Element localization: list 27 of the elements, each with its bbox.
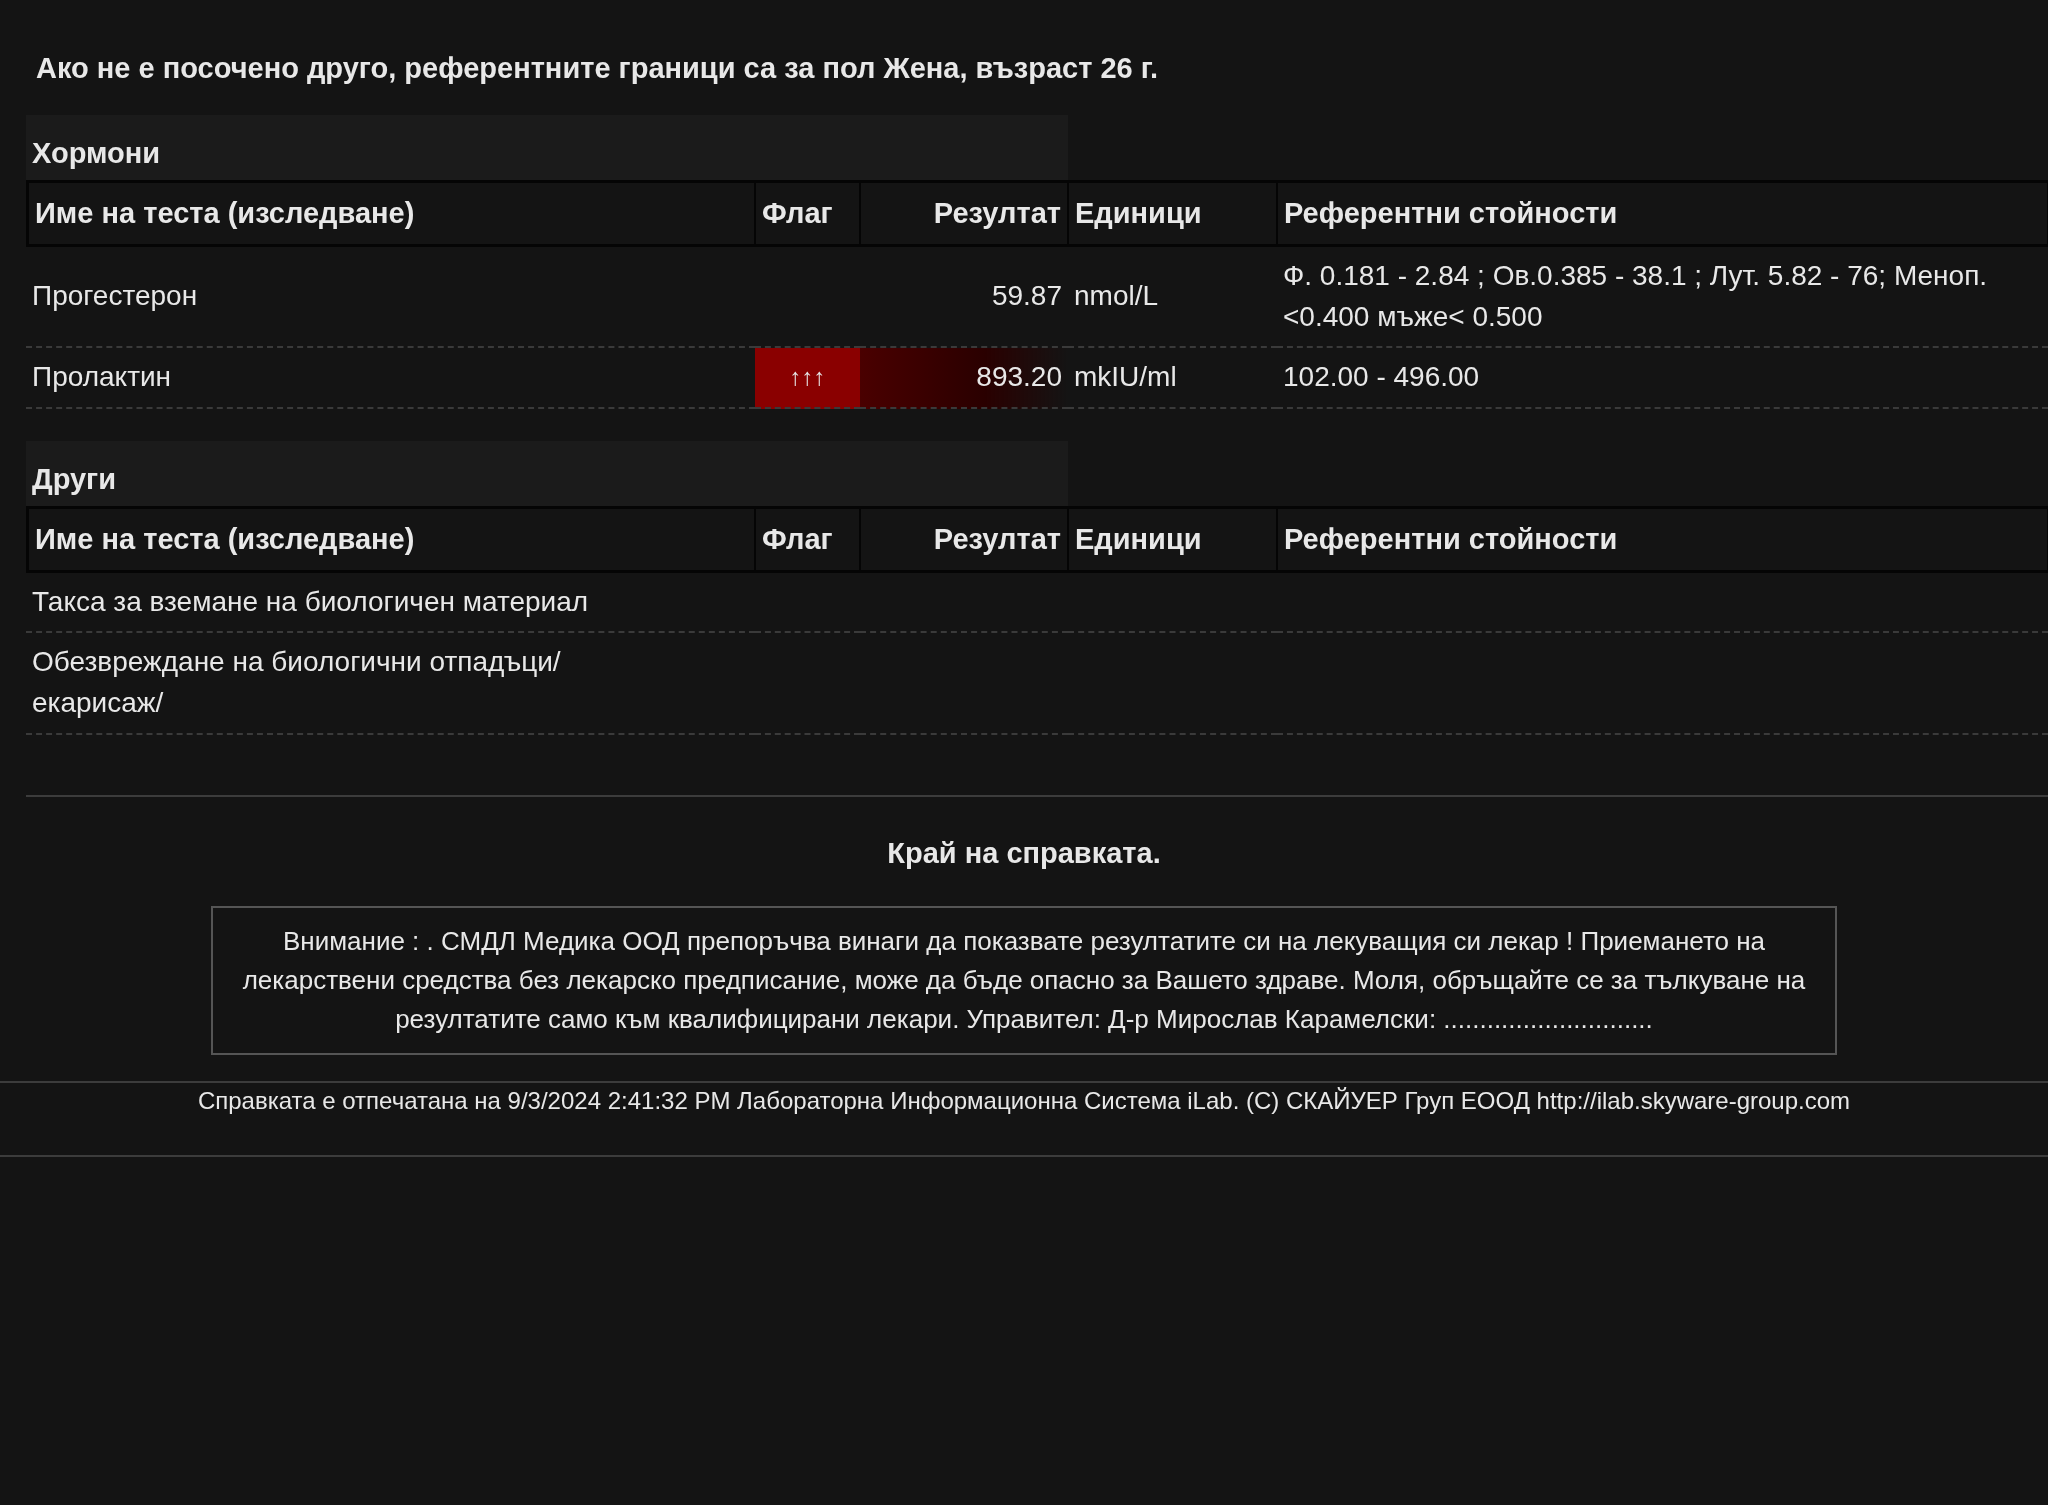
- column-header: Име на теста (изследване): [26, 505, 755, 573]
- column-header: Единици: [1068, 505, 1277, 573]
- column-header: Единици: [1068, 180, 1277, 247]
- disclaimer-notice: Внимание : . СМДЛ Медика ООД препоръчва винаги да показвате резултатите си на лекуващия си лекар ! Приемането на лекарствени средства без лекарско предписание, може да бъде опасно за Вашето здраве. Моля, обръщайте се за тълкуване на резултатите само към квалифицирани лекари. Управител: Д-р Мирослав Карамелски: .............................: [211, 905, 1837, 1055]
- section-title: Други: [31, 462, 117, 497]
- units-value: nmol/L: [1074, 279, 1159, 314]
- column-header: Име на теста (изследване): [26, 180, 755, 247]
- column-header: Резултат: [860, 180, 1068, 247]
- column-header: Резултат: [860, 505, 1068, 573]
- test-name: Обезвреждане на биологични отпадъци/ екарисаж/: [32, 645, 562, 720]
- reference-range: Ф. 0.181 - 2.84 ; Ов.0.385 - 38.1 ; Лут. 5.82 - 76; Меноп. <0.400 мъже< 0.500: [1283, 259, 1989, 334]
- column-header: Референтни стойности: [1277, 505, 2048, 573]
- result-value: 893.20: [976, 360, 1062, 395]
- test-name: Прогестерон: [32, 279, 198, 314]
- report-note: Ако не е посочено друго, референтните граници са за пол Жена, възраст 26 г.: [36, 52, 1159, 85]
- test-name: Пролактин: [32, 360, 172, 395]
- column-header: Флаг: [755, 180, 860, 247]
- section-title: Хормони: [31, 137, 161, 171]
- flag-cell: ↑↑↑: [755, 348, 860, 409]
- column-header: Референтни стойности: [1277, 180, 2048, 247]
- result-value: 59.87: [991, 279, 1062, 314]
- units-value: mkIU/ml: [1074, 360, 1177, 395]
- print-footer: Справката е отпечатана на 9/3/2024 2:41:32 PM Лабораторна Информационна Система iLab. (C) СКАЙУЕР Груп ЕООД http://ilab.skyware-group.com: [0, 1082, 2048, 1157]
- test-name: Такса за вземане на биологичен материал: [32, 584, 589, 619]
- reference-range: 102.00 - 496.00: [1283, 360, 1480, 395]
- column-header: Флаг: [755, 505, 860, 573]
- end-of-report: Край на справката.: [886, 836, 1162, 870]
